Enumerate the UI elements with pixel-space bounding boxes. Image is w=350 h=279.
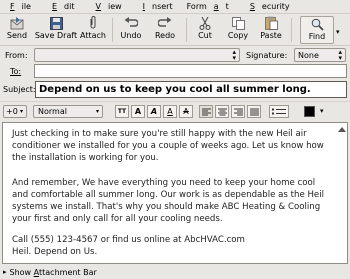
align-left-icon [201, 108, 211, 115]
paperclip-icon [85, 16, 101, 30]
chevron-updown-icon: ▴ ▾ [338, 48, 342, 62]
paragraph-style-value: Normal [38, 107, 67, 116]
attachment-bar-label: Show Attachment Bar [9, 267, 97, 277]
copy-button[interactable]: Copy [227, 16, 249, 44]
redo-button[interactable]: Redo [154, 16, 176, 44]
paste-icon [263, 16, 279, 30]
search-icon [309, 17, 325, 31]
align-right-icon [233, 108, 243, 115]
save-icon [48, 16, 64, 30]
to-row: To: [0, 64, 350, 79]
subject-label: Subject: [3, 85, 36, 94]
signature-label: Signature: [246, 50, 288, 60]
find-button[interactable]: Find [300, 16, 334, 44]
message-body-editor[interactable]: Just checking in to make sure you're sti… [2, 122, 348, 264]
save-draft-button[interactable]: Save Draft [35, 16, 77, 44]
teletype-icon: TT [117, 108, 127, 115]
subject-field[interactable]: Depend on us to keep you cool all summer… [35, 81, 347, 98]
chevron-down-icon: ▾ [95, 108, 99, 115]
italic-icon: A [150, 107, 158, 116]
align-justify-icon [249, 108, 259, 115]
underline-icon: A [167, 107, 173, 116]
cut-button[interactable]: Cut [196, 16, 214, 44]
strikethrough-button[interactable]: A [179, 105, 193, 118]
scissors-icon [197, 16, 213, 30]
send-button[interactable]: Send [6, 16, 28, 44]
menu-bar: File Edit View Insert Form a t Security [0, 0, 350, 14]
menu-file[interactable]: File [3, 2, 38, 11]
body-paragraph: And remember, We have everything you nee… [12, 178, 324, 224]
align-justify-button[interactable] [247, 105, 261, 118]
bullet-list-icon [272, 108, 286, 114]
from-label: From: [5, 50, 28, 60]
text-color-swatch[interactable] [304, 106, 315, 117]
format-toolbar: +0 ▾ Normal ▾ TT A A A A ▾ [0, 101, 350, 121]
menu-security[interactable]: Security [243, 2, 297, 11]
redo-icon [157, 16, 173, 30]
to-label[interactable]: To: [10, 67, 21, 76]
underline-button[interactable]: A [163, 105, 177, 118]
italic-button[interactable]: A [147, 105, 161, 118]
text-color-fill [305, 107, 314, 116]
menu-edit[interactable]: Edit [45, 2, 82, 11]
bold-icon: A [134, 107, 142, 116]
scroll-up-icon[interactable] [338, 125, 346, 133]
paste-button[interactable]: Paste [259, 16, 283, 44]
find-dropdown-arrow-icon[interactable]: ▾ [336, 28, 340, 36]
send-icon [9, 16, 25, 30]
undo-button[interactable]: Undo [120, 16, 142, 44]
align-right-button[interactable] [231, 105, 245, 118]
body-paragraph: Heil. Depend on Us. [12, 247, 98, 257]
signature-value: None [298, 50, 319, 60]
align-left-button[interactable] [199, 105, 213, 118]
toolbar-separator [186, 18, 187, 42]
chevron-down-icon[interactable]: ▾ [320, 107, 324, 115]
to-field[interactable] [34, 64, 347, 78]
toolbar-separator [112, 18, 113, 42]
attach-button[interactable]: Attach [80, 16, 106, 44]
indent-select[interactable]: +0 ▾ [3, 105, 27, 118]
attachment-bar-toggle[interactable]: ▸ Show Attachment Bar [0, 265, 350, 279]
chevron-right-icon: ▸ [3, 268, 7, 276]
body-paragraph: Just checking in to make sure you're sti… [12, 129, 324, 163]
align-center-icon [217, 108, 227, 115]
undo-icon [123, 16, 139, 30]
bullet-list-button[interactable] [269, 105, 289, 118]
bold-button[interactable]: A [131, 105, 145, 118]
body-paragraph: Call (555) 123-4567 or find us online at… [12, 235, 245, 245]
toolbar-separator [291, 18, 292, 42]
strikethrough-icon: A [183, 107, 189, 116]
chevron-updown-icon: ▴ ▾ [232, 48, 236, 62]
menu-format[interactable]: Form a t [187, 2, 236, 11]
from-select[interactable]: ▴ ▾ [34, 48, 240, 62]
main-toolbar: Send Save Draft Attach Undo Redo Cut Cop… [0, 14, 350, 46]
copy-icon [230, 16, 246, 30]
align-center-button[interactable] [215, 105, 229, 118]
signature-select[interactable]: None ▴ ▾ [294, 48, 346, 62]
teletype-button[interactable]: TT [115, 105, 129, 118]
from-row: From: ▴ ▾ Signature: None ▴ ▾ [0, 48, 350, 62]
menu-insert[interactable]: Insert [136, 2, 180, 11]
menu-view[interactable]: View [88, 2, 128, 11]
paragraph-style-select[interactable]: Normal ▾ [33, 105, 103, 118]
chevron-down-icon: ▾ [19, 108, 23, 115]
